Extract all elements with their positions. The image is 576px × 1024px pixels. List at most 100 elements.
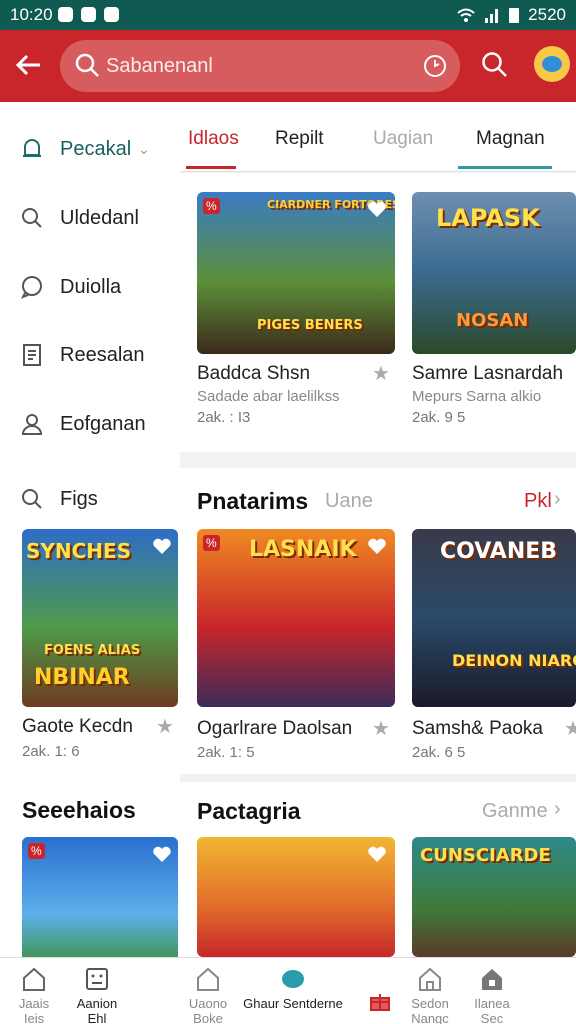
user-icon: [21, 414, 43, 435]
home-icon: [197, 967, 219, 991]
nav-item-ghaur-sentderne[interactable]: Ghaur Sentderne: [238, 966, 348, 1011]
history-icon[interactable]: [422, 53, 448, 79]
game-art-logo: DEINON NIARGS: [452, 651, 576, 670]
game-thumbnail[interactable]: [197, 837, 395, 957]
game-row-panel: % CIARDNER FORTORES PIGES BENERS Baddca …: [180, 173, 576, 452]
heart-icon[interactable]: [367, 537, 387, 555]
nav-label: Aanion: [76, 996, 118, 1011]
game-title[interactable]: Ogarlrare Daolsan: [197, 718, 352, 740]
back-button[interactable]: [14, 50, 48, 82]
sidebar-item-eofganan[interactable]: Eofganan: [0, 399, 180, 449]
status-right: 2520: [456, 5, 566, 25]
section-link[interactable]: Ganme: [482, 800, 548, 823]
sidebar-item-label: Eofganan: [60, 412, 146, 435]
signal-icon: [485, 9, 499, 23]
game-meta: 2ak. 1: 5: [197, 744, 255, 761]
game-title[interactable]: Samsh& Paoka: [412, 718, 543, 740]
search-input[interactable]: [106, 50, 406, 82]
sidebar-item-label: Uldedanl: [60, 206, 139, 229]
heart-icon[interactable]: [152, 537, 172, 555]
game-art-subtitle: FOENS ALIAS: [44, 643, 141, 658]
sidebar-item-duiolla[interactable]: Duiolla: [0, 262, 180, 312]
sidebar-item-pecakal[interactable]: Pecakal ⌄: [0, 124, 180, 174]
nav-item-ilanea[interactable]: Ilanea Sec: [452, 966, 532, 1024]
game-art-title: COVANEB: [440, 539, 558, 564]
tab-repilt[interactable]: Repilt: [275, 128, 324, 150]
section-panel: Pactagria Ganme › CUNSCIARDE: [180, 782, 576, 957]
tab-underline: [186, 166, 236, 169]
wifi-icon: [457, 8, 475, 22]
game-art-logo: PIGES BENERS: [257, 318, 363, 333]
section-title: Pactagria: [197, 798, 301, 824]
search-button[interactable]: [480, 50, 510, 80]
sidebar-item-label: Duiolla: [60, 275, 122, 298]
search-bar[interactable]: [60, 40, 460, 92]
game-title[interactable]: Samre Lasnardah: [412, 363, 563, 385]
tab-underline: [458, 166, 552, 169]
sidebar-item-figs[interactable]: Figs: [0, 474, 180, 524]
sidebar-item-label: Reesalan: [60, 343, 145, 366]
sidebar-item-uldedanl[interactable]: Uldedanl: [0, 193, 180, 243]
section-title: Pnatarims: [197, 488, 309, 514]
home-icon: [23, 967, 45, 991]
nav-item-aanion[interactable]: Aanion Ehl: [57, 966, 137, 1024]
game-thumbnail[interactable]: % LASNAIK: [197, 529, 395, 707]
game-art-title: LASNAIK: [249, 537, 357, 562]
calendar-icon: [86, 968, 108, 990]
notification-icons: [58, 7, 119, 22]
heart-icon[interactable]: [367, 200, 387, 218]
star-icon[interactable]: ★: [372, 716, 390, 741]
nav-label: Ehl: [87, 1011, 107, 1024]
tab-idlaos[interactable]: Idlaos: [188, 128, 239, 150]
game-art-title: CUNSCIARDE: [420, 845, 551, 866]
game-controller-icon: [282, 970, 304, 988]
nav-item-uaono[interactable]: Uaono Boke: [168, 966, 248, 1024]
game-meta: 2ak. 6 5: [412, 744, 466, 761]
game-title[interactable]: Baddca Shsn: [197, 363, 310, 385]
heart-icon[interactable]: [367, 845, 387, 863]
star-icon[interactable]: ★: [156, 714, 174, 739]
game-subtitle: Sadade abar laelilkss: [197, 388, 340, 405]
document-icon: [23, 344, 41, 366]
tab-uagian[interactable]: Uagian: [373, 128, 433, 150]
game-thumbnail[interactable]: SYNCHES FOENS ALIAS NBINAR: [22, 529, 178, 707]
game-subtitle: Mepurs Sarna alkio: [412, 388, 542, 405]
game-thumbnail[interactable]: CUNSCIARDE: [412, 837, 576, 957]
sidebar-item-reesalan[interactable]: Reesalan: [0, 330, 180, 380]
section-link[interactable]: Pkl: [524, 490, 552, 513]
back-arrow-icon: [15, 54, 40, 76]
star-icon[interactable]: ★: [372, 361, 390, 386]
sidebar-item-label: Figs: [60, 487, 98, 510]
bottom-nav: Jaais Ieis Aanion Ehl Uaono Boke Ghaur S…: [0, 957, 576, 1024]
status-bar: 10:20 2520: [0, 0, 576, 30]
search-icon: [22, 208, 42, 228]
heart-icon[interactable]: [152, 845, 172, 863]
tab-bar: Idlaos Repilt Uagian Magnan: [180, 102, 576, 172]
game-art-logo: NBINAR: [34, 665, 130, 690]
chat-icon: [20, 276, 42, 299]
nav-label: Boke: [193, 1011, 223, 1024]
avatar[interactable]: [534, 46, 570, 82]
notification-icon: [58, 7, 73, 22]
game-thumbnail[interactable]: COVANEB DEINON NIARGS: [412, 529, 576, 707]
nav-label: Uaono: [188, 996, 228, 1011]
game-title[interactable]: Gaote Kecdn: [22, 716, 133, 738]
search-icon: [75, 53, 99, 77]
game-thumbnail[interactable]: LAPASK NOSAN: [412, 192, 576, 354]
section-title: Seeehaios: [22, 797, 136, 823]
search-icon: [22, 489, 42, 509]
sale-badge-icon: %: [28, 843, 45, 859]
chevron-right-icon[interactable]: ›: [554, 488, 561, 511]
nav-label: Sec: [480, 1011, 504, 1024]
sale-badge-icon: %: [203, 198, 220, 214]
tab-magnan[interactable]: Magnan: [476, 128, 545, 150]
game-thumbnail[interactable]: % CIARDNER FORTORES PIGES BENERS: [197, 192, 395, 354]
game-art-logo: NOSAN: [456, 310, 529, 331]
section-panel: Pnatarims Uane Pkl › % LASNAIK Ogarlrare…: [180, 468, 576, 774]
notification-icon: [104, 7, 119, 22]
game-thumbnail[interactable]: %: [22, 837, 178, 957]
game-meta: 2ak. 9 5: [412, 409, 466, 426]
chevron-right-icon[interactable]: ›: [554, 798, 561, 821]
game-meta: 2ak. 1: 6: [22, 743, 80, 760]
star-icon[interactable]: ★: [564, 716, 576, 741]
